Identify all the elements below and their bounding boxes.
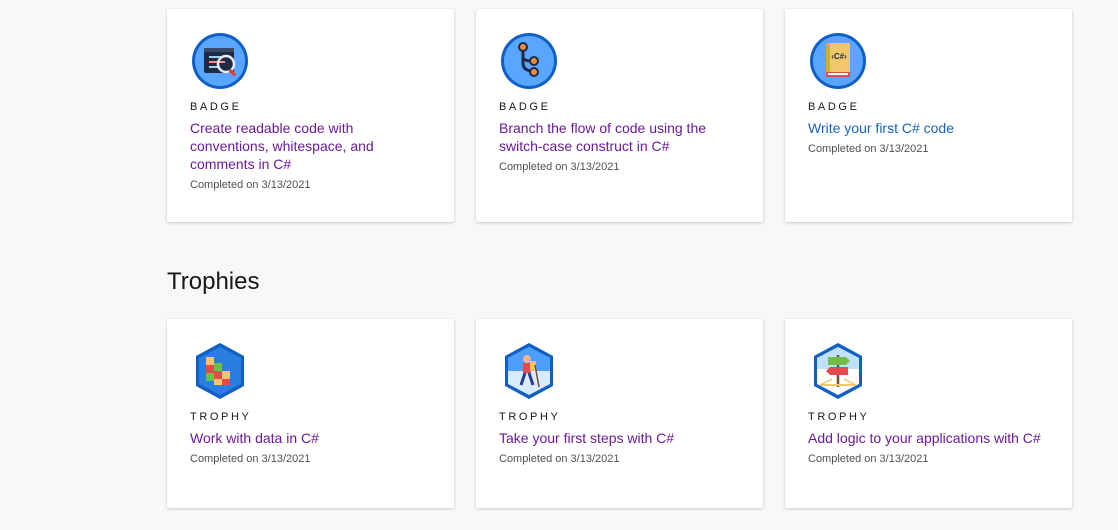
branch-icon <box>499 31 559 91</box>
card-kind-label: TROPHY <box>499 411 561 423</box>
completed-date: Completed on 3/13/2021 <box>190 453 311 465</box>
trophies-grid: TROPHY Work with data in C# Completed on… <box>167 319 1072 508</box>
hiker-icon <box>499 341 559 401</box>
card-title-link[interactable]: Branch the flow of code using the switch… <box>499 119 741 155</box>
badge-card[interactable]: BADGE Create readable code with conventi… <box>167 9 454 222</box>
trophy-card[interactable]: TROPHY Work with data in C# Completed on… <box>167 319 454 508</box>
data-blocks-icon <box>190 341 250 401</box>
badges-grid: BADGE Create readable code with conventi… <box>167 9 1072 222</box>
completed-date: Completed on 3/13/2021 <box>808 143 929 155</box>
completed-date: Completed on 3/13/2021 <box>499 453 620 465</box>
badge-card[interactable]: BADGE Branch the flow of code using the … <box>476 9 763 222</box>
card-kind-label: TROPHY <box>190 411 252 423</box>
csharp-book-icon: ‹C#› <box>808 31 868 91</box>
signpost-icon <box>808 341 868 401</box>
card-kind-label: BADGE <box>808 101 860 113</box>
trophy-card[interactable]: TROPHY Take your first steps with C# Com… <box>476 319 763 508</box>
card-title-link[interactable]: Create readable code with conventions, w… <box>190 119 432 173</box>
achievements-page: BADGE Create readable code with conventi… <box>0 0 1118 530</box>
card-kind-label: BADGE <box>499 101 551 113</box>
svg-text:‹C#›: ‹C#› <box>831 52 847 61</box>
card-kind-label: BADGE <box>190 101 242 113</box>
code-window-icon <box>190 31 250 91</box>
card-kind-label: TROPHY <box>808 411 870 423</box>
badge-card[interactable]: ‹C#› BADGE Write your first C# code Comp… <box>785 9 1072 222</box>
completed-date: Completed on 3/13/2021 <box>499 161 620 173</box>
card-title-link[interactable]: Add logic to your applications with C# <box>808 429 1050 447</box>
card-title-link[interactable]: Work with data in C# <box>190 429 432 447</box>
trophy-card[interactable]: TROPHY Add logic to your applications wi… <box>785 319 1072 508</box>
completed-date: Completed on 3/13/2021 <box>190 179 311 191</box>
completed-date: Completed on 3/13/2021 <box>808 453 929 465</box>
card-title-link[interactable]: Write your first C# code <box>808 119 1050 137</box>
card-title-link[interactable]: Take your first steps with C# <box>499 429 741 447</box>
trophies-heading: Trophies <box>167 268 260 295</box>
